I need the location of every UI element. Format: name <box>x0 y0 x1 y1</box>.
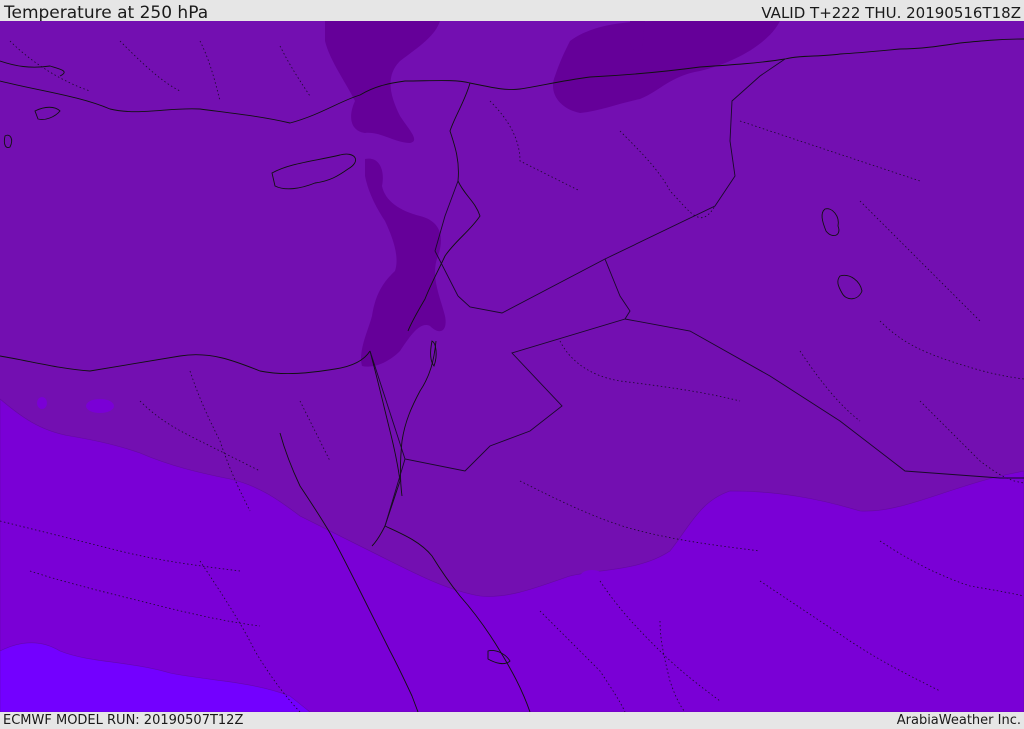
map-title: Temperature at 250 hPa <box>4 3 209 23</box>
footer-bar: ECMWF MODEL RUN: 20190507T12Z ArabiaWeat… <box>0 712 1024 729</box>
model-run-label: ECMWF MODEL RUN: 20190507T12Z <box>3 713 244 728</box>
field-blob-b <box>37 397 47 409</box>
credit-label: ArabiaWeather Inc. <box>896 713 1021 728</box>
temperature-map[interactable] <box>0 21 1024 712</box>
map-area[interactable] <box>0 21 1024 712</box>
field-blob-a <box>86 399 114 413</box>
header-bar: Temperature at 250 hPa VALID T+222 THU. … <box>0 0 1024 23</box>
